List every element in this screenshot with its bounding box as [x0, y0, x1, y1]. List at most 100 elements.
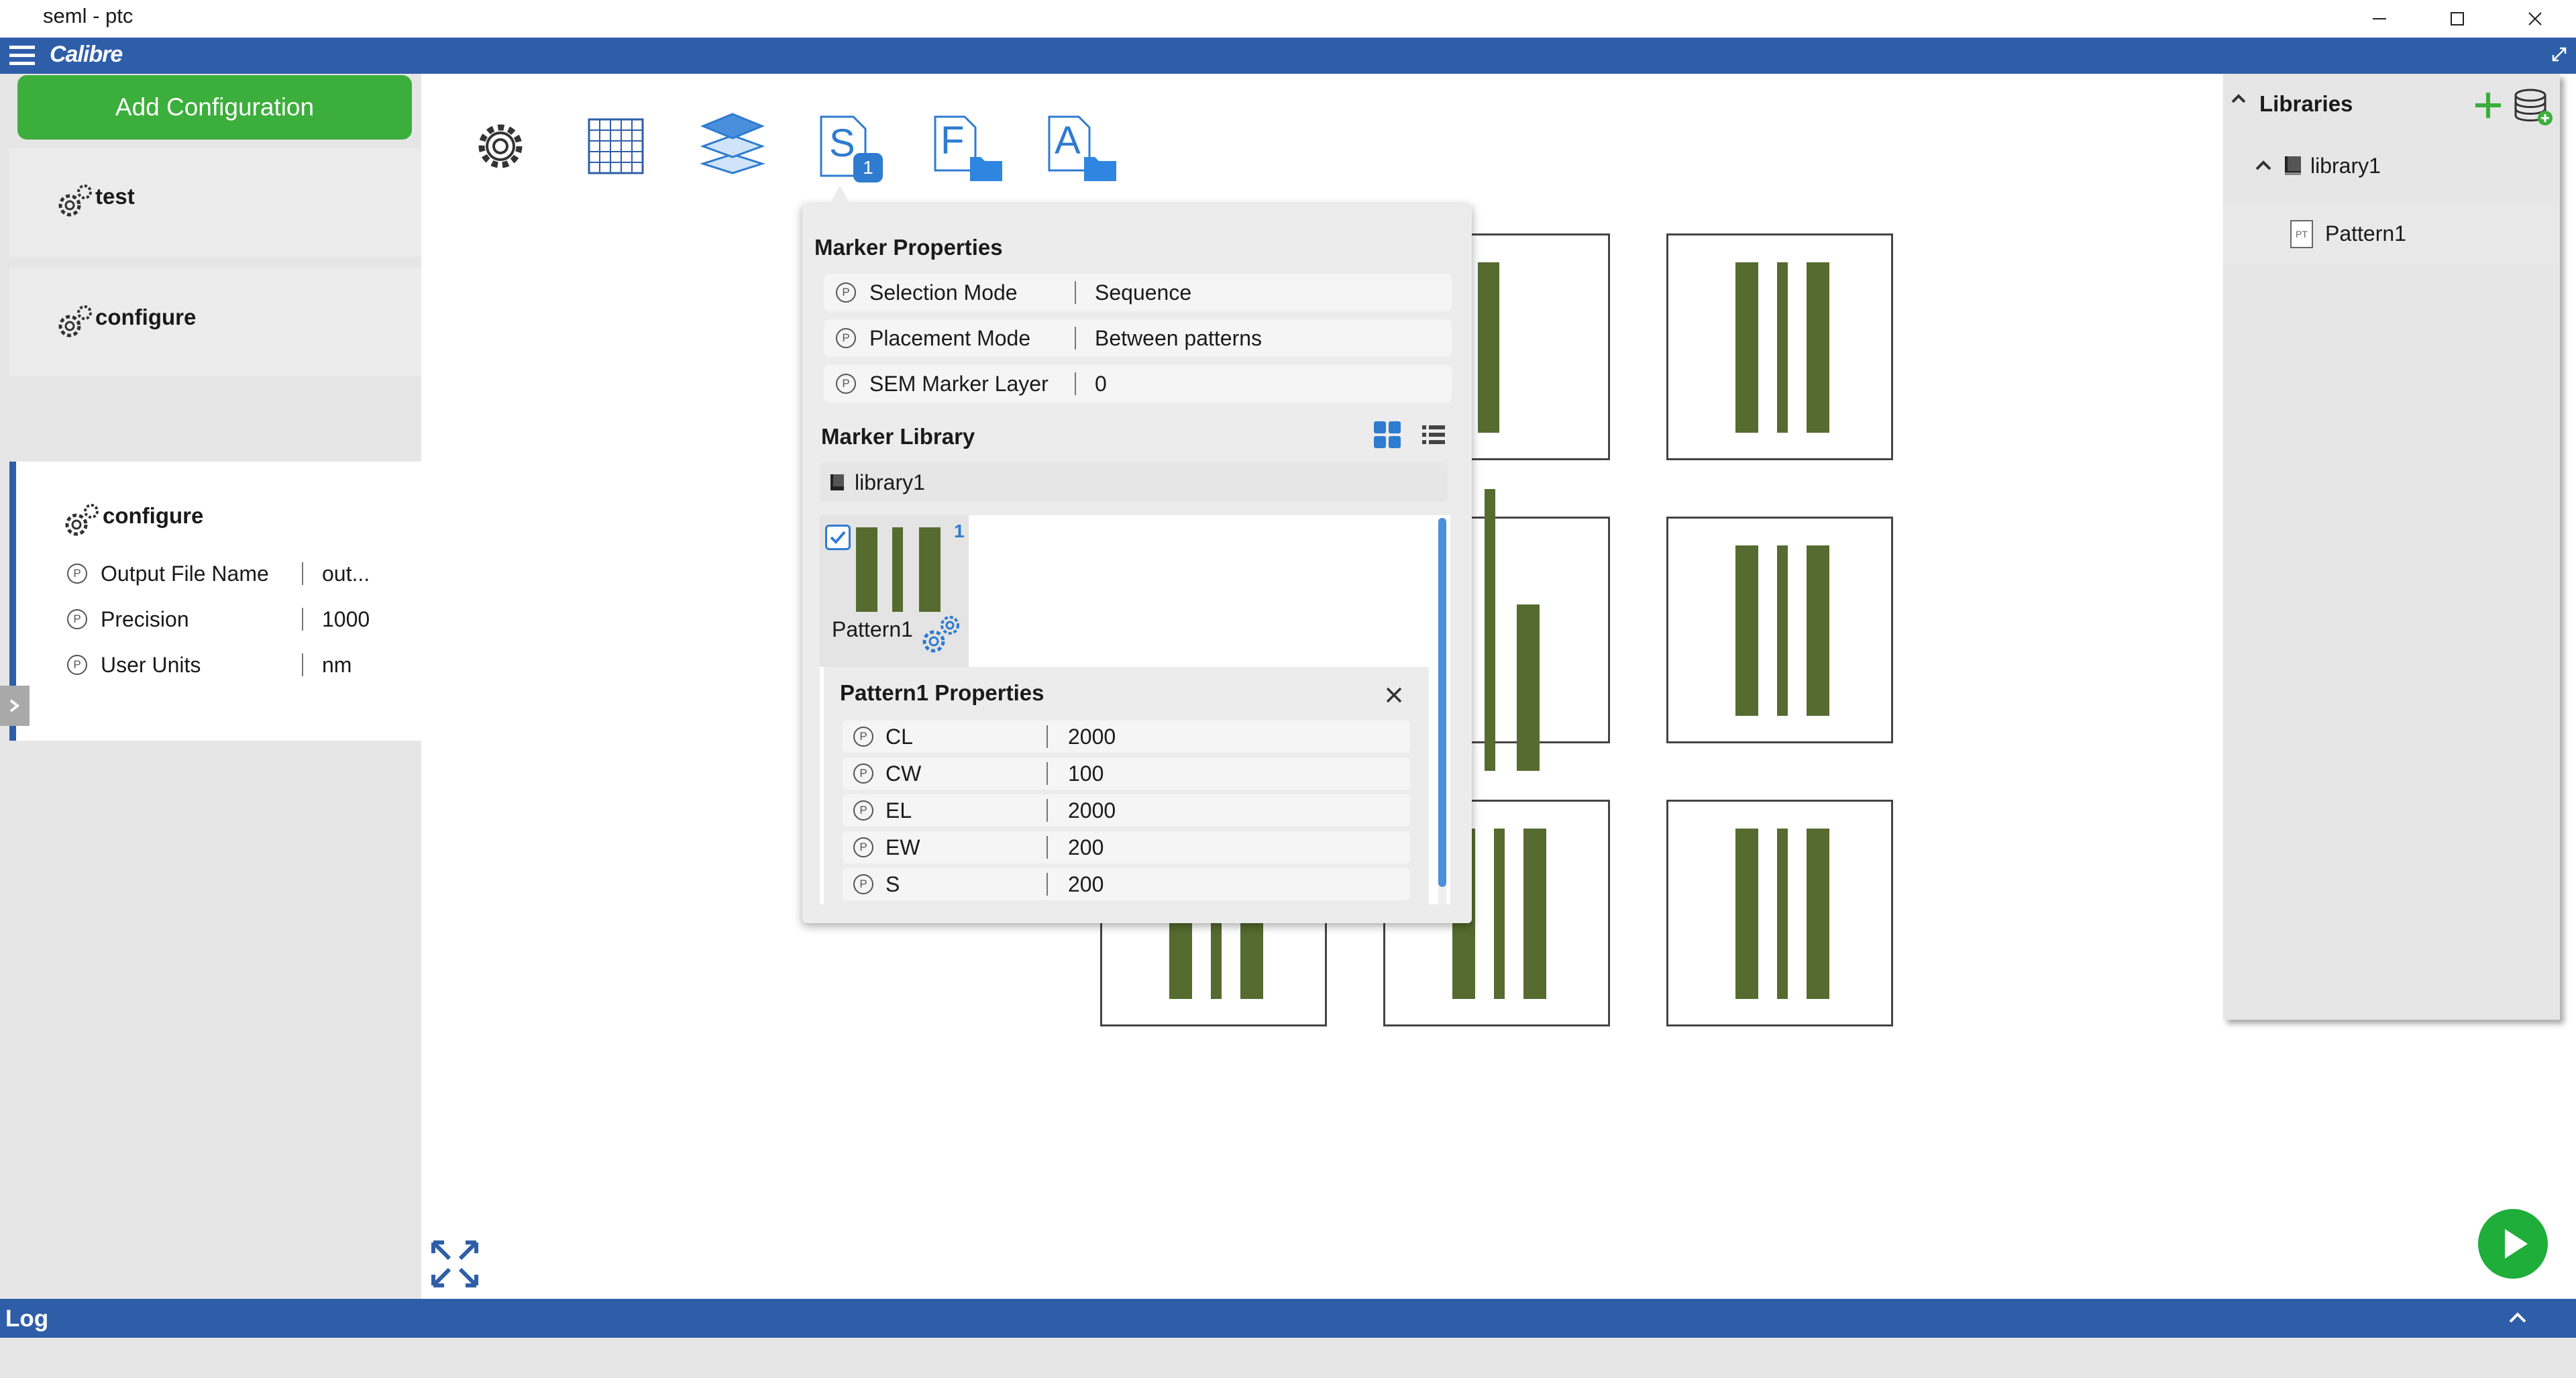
property-row-ew[interactable]: P EW 200 — [843, 831, 1410, 863]
property-row-cw[interactable]: P CW 100 — [843, 757, 1410, 790]
settings-button[interactable] — [470, 115, 531, 177]
pattern-count: 1 — [954, 521, 965, 541]
parameter-badge-icon: P — [67, 655, 87, 675]
pattern-checkbox[interactable] — [825, 525, 851, 550]
popup-pointer — [829, 185, 851, 205]
tree-item-pattern1[interactable]: PT Pattern1 — [2223, 207, 2560, 264]
separator — [1046, 799, 1048, 822]
library-scrollbar[interactable] — [1438, 518, 1446, 904]
pattern-tile[interactable] — [1666, 233, 1893, 460]
config-name: configure — [95, 305, 197, 329]
libraries-panel: Libraries library1 PT Pattern1 — [2223, 74, 2560, 1020]
marker-library-content: 1 Pattern1 Pattern1 Properties P CL 2000… — [820, 515, 1450, 904]
log-content — [0, 1338, 2576, 1378]
property-label: EL — [885, 798, 912, 823]
separator — [1075, 372, 1076, 395]
property-row-precision[interactable]: P Precision 1000 — [67, 602, 370, 636]
grid-button[interactable] — [585, 115, 647, 177]
hamburger-icon — [9, 46, 35, 65]
property-value: nm — [322, 652, 352, 677]
grid-view-button[interactable] — [1373, 420, 1402, 449]
chevron-up-icon — [2509, 1312, 2526, 1323]
property-row-output-file-name[interactable]: P Output File Name out... — [67, 557, 370, 590]
config-card-test[interactable]: test — [9, 149, 421, 256]
marker-library-title: Marker Library — [821, 424, 975, 449]
pattern-card[interactable]: 1 Pattern1 — [820, 515, 969, 667]
separator — [302, 653, 303, 676]
expand-log-button[interactable] — [2502, 1303, 2533, 1334]
list-view-button[interactable] — [1419, 421, 1446, 448]
hamburger-menu-button[interactable] — [5, 42, 39, 70]
add-configuration-button[interactable]: Add Configuration — [17, 75, 412, 140]
separator — [302, 608, 303, 631]
pattern-settings-button[interactable] — [919, 612, 965, 657]
parameter-badge-icon: P — [853, 763, 873, 784]
layers-icon — [700, 113, 765, 174]
chevron-right-icon — [9, 699, 20, 712]
sequence-letter: S — [829, 121, 855, 165]
library-database-button[interactable] — [2513, 86, 2555, 127]
property-row-user-units[interactable]: P User Units nm — [67, 648, 352, 682]
separator — [302, 562, 303, 585]
run-button[interactable] — [2478, 1209, 2548, 1279]
parameter-badge-icon: P — [67, 564, 87, 584]
fit-view-button[interactable] — [428, 1237, 482, 1291]
property-label: EW — [885, 835, 920, 859]
property-row-selection-mode[interactable]: P Selection Mode Sequence — [824, 274, 1452, 311]
marker-properties-popup: Marker Properties P Selection Mode Seque… — [802, 185, 1472, 923]
collapse-libraries-button[interactable] — [2223, 82, 2254, 115]
property-label: User Units — [101, 652, 201, 677]
expand-side-panel-button[interactable] — [0, 686, 30, 726]
sequence-marker-button[interactable]: S 1 — [817, 114, 891, 188]
property-label: Placement Mode — [869, 325, 1031, 350]
app-bar: Calibre — [0, 38, 2576, 74]
property-row-el[interactable]: P EL 2000 — [843, 794, 1410, 827]
log-panel-header[interactable]: Log — [0, 1299, 2576, 1338]
add-library-button[interactable] — [2471, 89, 2505, 122]
maximize-button[interactable] — [2420, 0, 2494, 38]
parameter-badge-icon: P — [853, 800, 873, 820]
window-title: seml - ptc — [43, 4, 133, 28]
library-selector[interactable]: library1 — [820, 463, 1448, 502]
scrollbar-thumb[interactable] — [1438, 518, 1446, 887]
file-letter: F — [941, 119, 965, 162]
fit-to-screen-icon — [431, 1240, 478, 1287]
separator — [1046, 836, 1048, 859]
brand-logo: Calibre — [50, 42, 123, 67]
property-value: Sequence — [1095, 280, 1192, 305]
layers-button[interactable] — [698, 107, 767, 177]
play-icon — [2505, 1229, 2528, 1259]
pattern-tile[interactable] — [1666, 800, 1893, 1026]
close-window-button[interactable] — [2498, 0, 2572, 38]
database-add-icon — [2514, 89, 2553, 125]
config-card-active[interactable]: configure P Output File Name out... P Pr… — [9, 462, 421, 741]
parameter-badge-icon: P — [853, 874, 873, 894]
expand-window-button[interactable] — [2549, 44, 2569, 64]
property-row-cl[interactable]: P CL 2000 — [843, 721, 1410, 753]
attribute-folder-button[interactable]: A — [1046, 114, 1120, 188]
property-row-placement-mode[interactable]: P Placement Mode Between patterns — [824, 319, 1452, 357]
gears-icon — [922, 616, 959, 653]
parameter-badge-icon: P — [853, 837, 873, 857]
config-card-configure[interactable]: configure — [9, 268, 421, 376]
property-row-s[interactable]: P S 200 — [843, 868, 1410, 900]
property-row-sem-marker-layer[interactable]: P SEM Marker Layer 0 — [824, 365, 1452, 403]
file-folder-button[interactable]: F — [932, 114, 1006, 188]
pattern-name: Pattern1 — [2325, 221, 2406, 246]
collapse-library1-button[interactable] — [2250, 152, 2277, 178]
separator — [1046, 762, 1048, 785]
expand-diagonal-icon — [2552, 47, 2567, 62]
parameter-badge-icon: P — [836, 282, 856, 303]
property-value: 2000 — [1068, 724, 1116, 749]
sequence-count-badge: 1 — [853, 153, 883, 182]
tree-item-library1[interactable]: library1 — [2281, 149, 2381, 182]
minimize-button[interactable] — [2343, 0, 2416, 38]
pattern-thumbnail-bar — [892, 527, 903, 612]
property-label: S — [885, 871, 900, 896]
list-view-icon — [1422, 425, 1445, 444]
minimize-icon — [2373, 18, 2386, 19]
pattern-tile[interactable] — [1666, 517, 1893, 743]
close-pattern-properties-button[interactable] — [1379, 680, 1409, 710]
parameter-badge-icon: P — [67, 609, 87, 629]
grid-icon — [588, 118, 644, 174]
